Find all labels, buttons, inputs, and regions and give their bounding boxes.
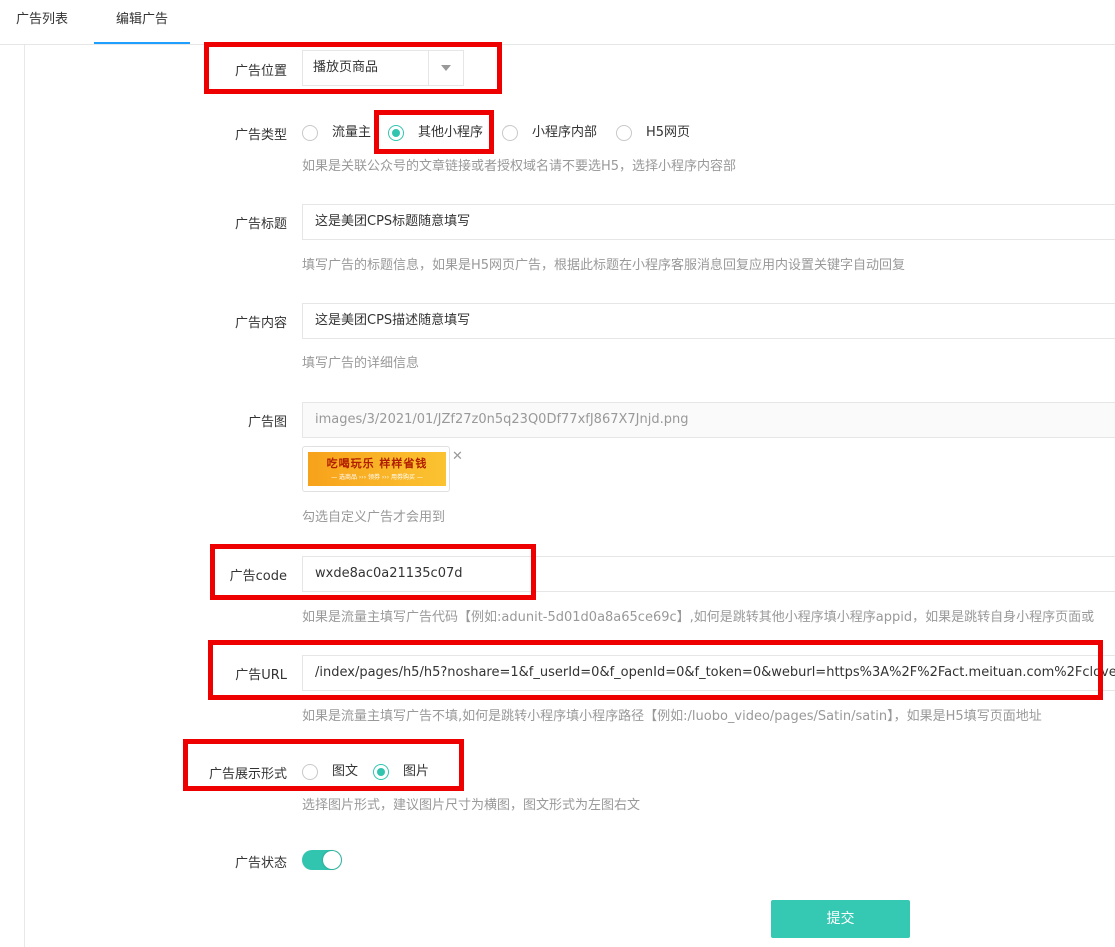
image-hint: 勾选自定义广告才会用到 [302,510,446,525]
code-hint: 如果是流量主填写广告代码【例如:adunit-5d01d0a8a65ce69c】… [302,610,1095,625]
radio-icon [616,125,632,141]
status-toggle[interactable] [302,850,342,870]
url-hint: 如果是流量主填写广告不填,如何是跳转小程序填小程序路径【例如:/luobo_vi… [302,709,1042,724]
tab-ad-list[interactable]: 广告列表 [0,0,84,43]
image-path-input[interactable]: images/3/2021/01/JZf27z0n5q23Q0Df77xfJ86… [302,402,1115,438]
tab-edit-ad[interactable]: 编辑广告 [94,0,190,44]
title-input[interactable]: 这是美团CPS标题随意填写 [302,204,1115,240]
banner-subtitle: — 选商品 ››› 领券 ››› 用券购买 — [331,474,423,481]
type-radio-traffic-label: 流量主 [332,125,372,140]
tab-bar: 广告列表 编辑广告 [0,0,1115,45]
highlight-box-position [204,42,502,94]
radio-icon [502,125,518,141]
type-hint: 如果是关联公众号的文章链接或者授权域名请不要选H5，选择小程序内容部 [302,159,737,174]
content-hint: 填写广告的详细信息 [302,356,420,371]
toggle-knob [323,851,341,869]
title-hint: 填写广告的标题信息，如果是H5网页广告，根据此标题在小程序客服消息回复应用内设置… [302,258,906,273]
status-label: 广告状态 [234,856,287,871]
content-input[interactable]: 这是美团CPS描述随意填写 [302,303,1115,339]
type-label: 广告类型 [234,128,287,143]
type-radio-internal-label: 小程序内部 [532,125,598,140]
title-label: 广告标题 [234,217,287,232]
submit-button[interactable]: 提交 [771,900,910,938]
close-icon[interactable]: ✕ [452,449,463,464]
highlight-box-type [374,110,494,154]
image-label: 广告图 [247,415,287,430]
image-thumbnail[interactable]: 吃喝玩乐 样样省钱 — 选商品 ››› 领券 ››› 用券购买 — [302,446,450,492]
highlight-box-display [183,739,464,791]
ad-banner-image: 吃喝玩乐 样样省钱 — 选商品 ››› 领券 ››› 用券购买 — [308,452,446,486]
highlight-box-url [208,640,1103,700]
radio-icon [302,125,318,141]
left-divider [24,45,25,947]
banner-title: 吃喝玩乐 样样省钱 [326,457,428,470]
content-label: 广告内容 [234,316,287,331]
display-hint: 选择图片形式，建议图片尺寸为横图，图文形式为左图右文 [302,798,641,813]
type-radio-h5-label: H5网页 [646,125,691,140]
highlight-box-code [210,544,536,600]
